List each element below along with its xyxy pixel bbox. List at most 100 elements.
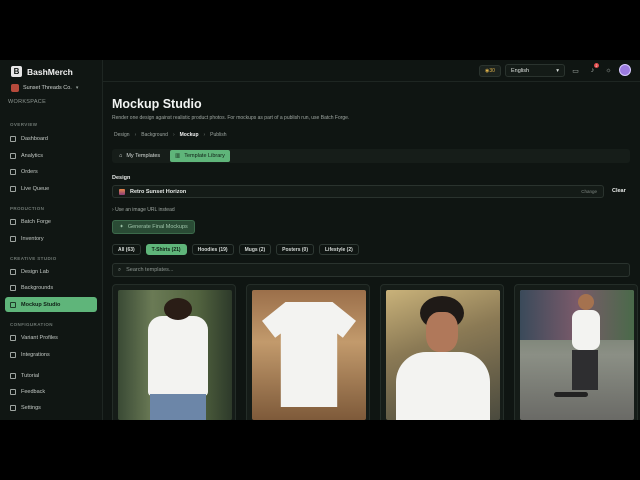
- template-photo: [386, 290, 500, 420]
- filter-lifestyle[interactable]: Lifestyle (2): [319, 244, 359, 255]
- template-photo: [252, 290, 366, 420]
- inventory-icon: [10, 235, 16, 242]
- section-label-configuration: CONFIGURATION: [10, 322, 53, 327]
- notification-badge: 2: [594, 63, 599, 68]
- category-filters: All (63) T-Shirts (21) Hoodies (19) Mugs…: [112, 244, 359, 255]
- app-window: B BashMerch Sunset Threads Co. ▾ WORKSPA…: [0, 60, 640, 420]
- topbar: ◉ 30 English ▾ ▭ ♪ 2 ☼: [103, 60, 640, 82]
- breadcrumb-background[interactable]: Background: [141, 132, 168, 138]
- sidebar-item-inventory[interactable]: Inventory: [5, 231, 97, 246]
- book-icon: [10, 372, 16, 379]
- person-head: [578, 294, 594, 310]
- chevron-down-icon: ▾: [75, 85, 79, 91]
- template-card[interactable]: [112, 284, 236, 420]
- breadcrumb-publish[interactable]: Publish: [210, 132, 226, 138]
- main-content: Mockup Studio Render one design against …: [103, 82, 640, 420]
- chat-icon[interactable]: ▭: [571, 66, 580, 75]
- box-icon: [10, 168, 16, 175]
- person-face: [426, 312, 458, 352]
- generate-mockups-button[interactable]: ✦ Generate Final Mockups: [112, 220, 195, 234]
- pants-shape: [572, 350, 598, 390]
- chevron-right-icon: ›: [203, 132, 206, 138]
- search-icon: ⌕: [118, 266, 122, 273]
- breadcrumb: Design › Background › Mockup › Publish: [114, 132, 227, 138]
- sidebar-item-batch-forge[interactable]: Batch Forge: [5, 214, 97, 229]
- template-photo: [520, 290, 634, 420]
- tab-template-library[interactable]: ▥ Template Library: [170, 150, 230, 162]
- section-label-production: PRODUCTION: [10, 206, 45, 211]
- image-icon: [10, 284, 16, 291]
- person-head: [164, 298, 192, 320]
- section-label-creative-studio: CREATIVE STUDIO: [10, 256, 57, 261]
- gear-icon: [10, 404, 16, 411]
- sidebar-item-integrations[interactable]: Integrations: [5, 347, 97, 362]
- brand-name: BashMerch: [27, 66, 73, 77]
- sparkle-icon: ✦: [119, 224, 124, 230]
- filter-mugs[interactable]: Mugs (2): [238, 244, 272, 255]
- design-label: Design: [112, 175, 131, 181]
- template-card[interactable]: [514, 284, 638, 420]
- sliders-icon: [10, 334, 16, 341]
- filter-tshirts[interactable]: T-Shirts (21): [145, 244, 187, 255]
- brand[interactable]: B BashMerch: [11, 66, 73, 77]
- credits-badge[interactable]: ◉ 30: [479, 65, 501, 77]
- template-tabs: ⌂ My Templates ▥ Template Library: [112, 149, 630, 163]
- tag-icon: ⌂: [119, 153, 123, 159]
- tab-my-templates[interactable]: ⌂ My Templates: [114, 150, 165, 162]
- sidebar-item-orders[interactable]: Orders: [5, 164, 97, 179]
- filter-posters[interactable]: Posters (0): [276, 244, 314, 255]
- template-card[interactable]: [246, 284, 370, 420]
- sidebar-item-tutorial[interactable]: Tutorial: [5, 368, 97, 383]
- tshirt-shape: [262, 302, 356, 407]
- clear-button[interactable]: Clear: [612, 188, 626, 194]
- avatar[interactable]: [619, 64, 631, 76]
- chevron-down-icon: ▾: [556, 67, 559, 74]
- design-value: Retro Sunset Horizon: [130, 188, 187, 195]
- design-thumbnail: [119, 188, 125, 195]
- sidebar-item-feedback[interactable]: Feedback: [5, 384, 97, 399]
- filter-hoodies[interactable]: Hoodies (19): [191, 244, 234, 255]
- template-grid: [112, 284, 638, 420]
- dashboard-icon: [10, 135, 16, 142]
- skateboard-shape: [554, 392, 588, 397]
- sidebar-item-analytics[interactable]: Analytics: [5, 148, 97, 163]
- chart-icon: [10, 152, 16, 159]
- tshirt-shape: [572, 310, 600, 350]
- chevron-right-icon: ›: [134, 132, 137, 138]
- design-icon: [10, 268, 16, 275]
- sidebar-item-dashboard[interactable]: Dashboard: [5, 131, 97, 146]
- sun-icon[interactable]: ☼: [604, 66, 613, 75]
- forge-icon: [10, 218, 16, 225]
- change-button[interactable]: Change: [581, 189, 597, 194]
- shop-name: Sunset Threads Co.: [23, 85, 72, 91]
- jeans-shape: [150, 394, 206, 420]
- search-placeholder: Search templates...: [126, 267, 174, 273]
- filter-all[interactable]: All (63): [112, 244, 141, 255]
- brand-logo-icon: B: [11, 66, 22, 77]
- shop-switcher[interactable]: Sunset Threads Co. ▾: [11, 84, 78, 92]
- sidebar-item-live-queue[interactable]: Live Queue: [5, 181, 97, 196]
- sidebar-item-variant-profiles[interactable]: Variant Profiles: [5, 330, 97, 345]
- breadcrumb-design[interactable]: Design: [114, 132, 130, 138]
- tshirt-shape: [148, 316, 208, 396]
- sidebar-item-design-lab[interactable]: Design Lab: [5, 264, 97, 279]
- template-card[interactable]: [380, 284, 504, 420]
- language-select[interactable]: English ▾: [505, 64, 565, 77]
- chevron-right-icon: ›: [172, 132, 175, 138]
- sidebar-item-backgrounds[interactable]: Backgrounds: [5, 280, 97, 295]
- queue-icon: [10, 185, 16, 192]
- page-subtitle: Render one design against realistic prod…: [112, 115, 350, 121]
- sidebar-item-mockup-studio[interactable]: Mockup Studio: [5, 297, 97, 312]
- template-photo: [118, 290, 232, 420]
- sidebar-item-settings[interactable]: Settings: [5, 400, 97, 415]
- plug-icon: [10, 351, 16, 358]
- search-input[interactable]: ⌕ Search templates...: [112, 263, 630, 277]
- image-url-toggle[interactable]: › Use an image URL instead: [112, 207, 175, 213]
- design-selector[interactable]: Retro Sunset Horizon Change: [112, 185, 604, 198]
- page-title: Mockup Studio: [112, 97, 202, 111]
- chevron-right-icon: ›: [112, 207, 114, 213]
- breadcrumb-mockup[interactable]: Mockup: [180, 132, 199, 138]
- library-icon: ▥: [175, 153, 181, 159]
- sidebar: B BashMerch Sunset Threads Co. ▾ WORKSPA…: [0, 60, 103, 420]
- shop-avatar: [11, 84, 19, 92]
